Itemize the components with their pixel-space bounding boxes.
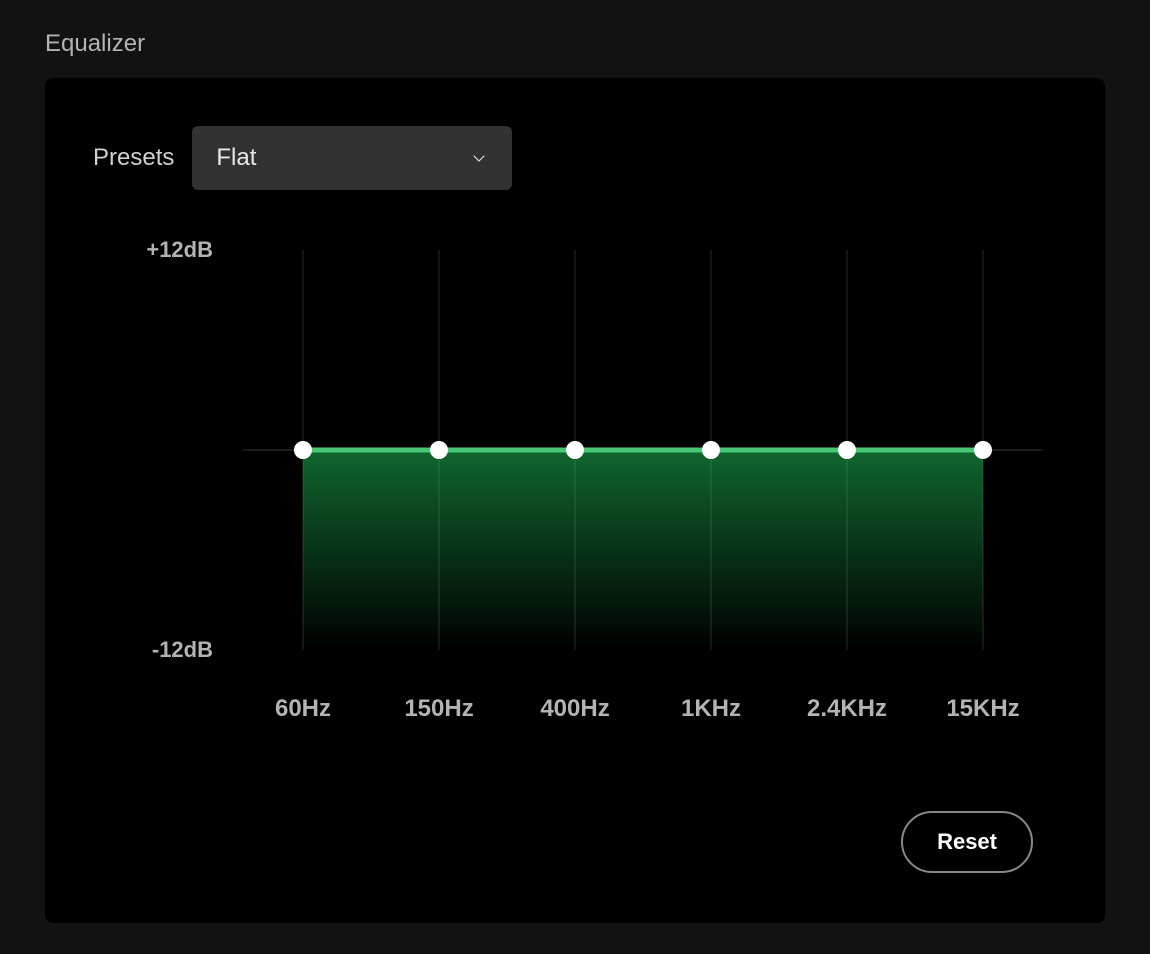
- presets-label: Presets: [93, 144, 174, 172]
- eq-band-handle[interactable]: [702, 441, 720, 459]
- page-title: Equalizer: [45, 30, 1105, 58]
- eq-band-handle[interactable]: [430, 441, 448, 459]
- eq-band-handle[interactable]: [838, 441, 856, 459]
- x-axis-label: 150Hz: [404, 695, 473, 723]
- eq-band-handle[interactable]: [566, 441, 584, 459]
- x-axis-label: 15KHz: [946, 695, 1019, 723]
- y-axis-labels: +12dB -12dB: [93, 250, 243, 650]
- preset-selected-value: Flat: [216, 144, 256, 172]
- x-axis-labels: 60Hz 150Hz 400Hz 1KHz 2.4KHz 15KHz: [243, 695, 1043, 735]
- preset-select[interactable]: Flat: [192, 126, 512, 190]
- eq-band-handle[interactable]: [294, 441, 312, 459]
- reset-button[interactable]: Reset: [901, 811, 1033, 873]
- presets-row: Presets Flat: [93, 126, 1057, 190]
- equalizer-chart-area: +12dB -12dB: [93, 250, 1057, 650]
- eq-band-handle[interactable]: [974, 441, 992, 459]
- x-axis-label: 2.4KHz: [807, 695, 887, 723]
- equalizer-panel: Presets Flat +12dB -12dB 60Hz 150Hz 400Hz 1…: [45, 78, 1105, 923]
- x-axis-label: 400Hz: [540, 695, 609, 723]
- x-axis-label: 60Hz: [275, 695, 331, 723]
- x-axis-label: 1KHz: [681, 695, 741, 723]
- y-axis-bottom-label: -12dB: [152, 637, 213, 663]
- y-axis-top-label: +12dB: [146, 237, 213, 263]
- chevron-down-icon: [470, 149, 488, 167]
- equalizer-chart[interactable]: [243, 250, 1043, 650]
